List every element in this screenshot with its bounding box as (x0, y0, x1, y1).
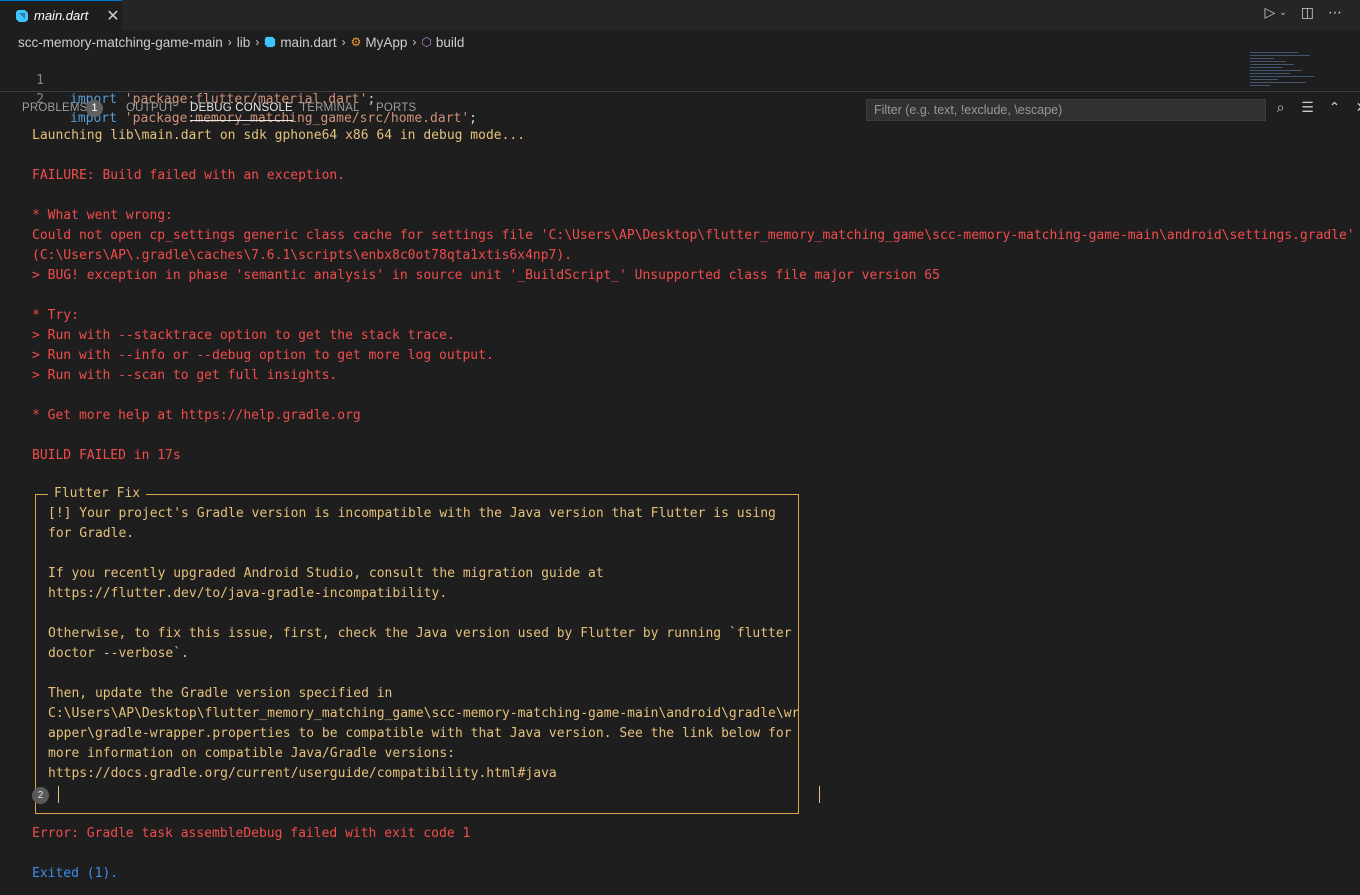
fix-line: more information on compatible Java/Grad… (48, 746, 455, 761)
breadcrumb-folder-lib[interactable]: lib (237, 35, 251, 50)
chevron-right-icon: › (412, 35, 417, 49)
fix-line: https://docs.gradle.org/current/userguid… (48, 766, 557, 781)
console-line: FAILURE: Build failed with an exception. (32, 168, 346, 183)
class-icon: ⚙ (350, 35, 362, 49)
console-line: Launching lib\main.dart on sdk gphone64 … (32, 128, 526, 143)
editor-tab-label: main.dart (34, 8, 89, 23)
fix-line: C:\Users\AP\Desktop\flutter_memory_match… (48, 706, 800, 721)
console-filter-input[interactable] (866, 99, 1266, 121)
more-actions-icon[interactable]: ⋯ (1328, 5, 1342, 21)
fix-line: If you recently upgraded Android Studio,… (48, 566, 604, 581)
console-line: > Run with --scan to get full insights. (32, 368, 338, 383)
breadcrumb-class[interactable]: MyApp (365, 35, 407, 50)
console-line: BUILD FAILED in 17s (32, 448, 181, 463)
console-line: > BUG! exception in phase 'semantic anal… (32, 268, 940, 283)
console-line: Exited (1). (32, 866, 119, 881)
chevron-right-icon: › (341, 35, 346, 49)
fix-line: for Gradle. (48, 526, 135, 541)
code-line: 2 import 'package:memory_matching_game/s… (0, 71, 477, 126)
console-line: (C:\Users\AP\.gradle\caches\7.6.1\script… (32, 248, 573, 263)
search-icon[interactable]: ⌕ (1272, 100, 1289, 116)
chevron-down-icon[interactable]: ⌄ (1279, 8, 1287, 18)
dart-icon (16, 9, 28, 22)
fix-line: [!] Your project's Gradle version is inc… (48, 506, 776, 521)
panel-actions: ⌕ ☰ ⌃ ✕ (1272, 100, 1360, 116)
method-icon: ⬡ (421, 35, 432, 49)
minimap[interactable] (1250, 52, 1330, 88)
breadcrumb-file[interactable]: main.dart (280, 35, 336, 50)
fix-line: Then, update the Gradle version specifie… (48, 686, 393, 701)
breadcrumb-folder-root[interactable]: scc-memory-matching-game-main (18, 35, 223, 50)
repeat-count-badge: 2 (32, 787, 49, 804)
dart-icon (265, 36, 276, 48)
editor-tab-main-dart[interactable]: main.dart ✕ (0, 0, 122, 30)
editor-actions: ▷ ⌄ ◫ ⋯ (1264, 5, 1342, 21)
console-line: > Run with --stacktrace option to get th… (32, 328, 455, 343)
box-edge-mark (819, 786, 820, 803)
fix-line: doctor --verbose`. (48, 646, 189, 661)
console-line: * Get more help at https://help.gradle.o… (32, 408, 361, 423)
clear-console-icon[interactable]: ☰ (1299, 100, 1316, 116)
console-line: Could not open cp_settings generic class… (32, 228, 1355, 243)
breadcrumb: scc-memory-matching-game-main › lib › ma… (0, 30, 1360, 54)
flutter-fix-title: Flutter Fix (48, 486, 147, 502)
console-line: * What went wrong: (32, 208, 173, 223)
close-icon[interactable]: ✕ (106, 7, 119, 24)
console-line: * Try: (32, 308, 79, 323)
fix-line: Otherwise, to fix this issue, first, che… (48, 626, 792, 641)
breadcrumb-method[interactable]: build (436, 35, 465, 50)
code-line: 1 import 'package:flutter/material.dart'… (0, 52, 375, 107)
fix-line: apper\gradle-wrapper.properties to be co… (48, 726, 792, 741)
run-debug-icon[interactable]: ▷ (1264, 5, 1275, 21)
problems-count-badge: 1 (86, 100, 103, 117)
tab-ports[interactable]: PORTS (376, 102, 416, 114)
tab-problems[interactable]: PROBLEMS (22, 102, 88, 114)
text-cursor (58, 786, 59, 803)
code-editor[interactable]: 1 import 'package:flutter/material.dart'… (0, 52, 1360, 126)
editor-tab-bar: main.dart ✕ ▷ ⌄ ◫ ⋯ (0, 0, 1360, 30)
console-line: > Run with --info or --debug option to g… (32, 348, 494, 363)
chevron-up-icon[interactable]: ⌃ (1326, 100, 1343, 116)
console-line: Error: Gradle task assembleDebug failed … (32, 826, 471, 841)
split-editor-icon[interactable]: ◫ (1301, 5, 1314, 21)
close-icon[interactable]: ✕ (1353, 100, 1360, 116)
chevron-right-icon: › (227, 35, 232, 49)
chevron-right-icon: › (255, 35, 260, 49)
fix-line: https://flutter.dev/to/java-gradle-incom… (48, 586, 448, 601)
tab-debug-console[interactable]: DEBUG CONSOLE (190, 102, 293, 121)
panel-divider[interactable] (0, 91, 1360, 92)
tab-terminal[interactable]: TERMINAL (300, 102, 360, 114)
tab-output[interactable]: OUTPUT (126, 102, 174, 114)
